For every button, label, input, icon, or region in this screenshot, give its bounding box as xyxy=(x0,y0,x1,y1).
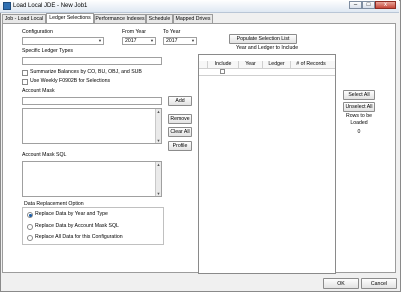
column-ledger[interactable]: Ledger xyxy=(263,61,291,68)
scroll-up-icon[interactable]: ▲ xyxy=(156,162,161,167)
rows-to-load-count: 0 xyxy=(357,129,361,135)
unselect-all-button[interactable]: Unselect All xyxy=(343,102,375,112)
remove-button[interactable]: Remove xyxy=(168,114,192,124)
radio-replace-by-year-label: Replace Data by Year and Type xyxy=(35,211,108,217)
selection-list-label: Year and Ledger to Include xyxy=(236,45,299,51)
window-title: Load Local JDE - New Job1 xyxy=(13,3,88,9)
grid-header-row: Include Year Ledger # of Records xyxy=(199,61,335,69)
column-record-count[interactable]: # of Records xyxy=(291,61,331,68)
ok-button[interactable]: OK xyxy=(323,278,359,289)
selection-grid[interactable]: Include Year Ledger # of Records xyxy=(198,54,336,274)
profile-button[interactable]: Profile xyxy=(168,141,192,151)
specific-ledger-input[interactable] xyxy=(22,57,162,65)
column-include[interactable]: Include xyxy=(208,61,239,68)
radio-replace-all-label: Replace All Data for this Configuration xyxy=(35,234,123,240)
scroll-down-icon[interactable]: ▼ xyxy=(156,191,161,196)
configuration-label: Configuration xyxy=(22,29,53,35)
scroll-down-icon[interactable]: ▼ xyxy=(156,138,161,143)
configuration-select[interactable]: ▼ xyxy=(22,37,104,45)
title-bar[interactable]: Load Local JDE - New Job1 – □ x xyxy=(0,0,399,13)
weekly-checkbox[interactable] xyxy=(22,79,28,85)
account-mask-sql-label: Account Mask SQL xyxy=(22,152,67,158)
column-year[interactable]: Year xyxy=(239,61,263,68)
weekly-label: Use Weekly F0902B for Selections xyxy=(30,78,111,84)
tab-schedule[interactable]: Schedule xyxy=(146,14,173,23)
maximize-button[interactable]: □ xyxy=(362,1,375,9)
chevron-down-icon: ▼ xyxy=(98,38,102,43)
sql-scrollbar[interactable]: ▲ ▼ xyxy=(155,162,161,196)
close-button[interactable]: x xyxy=(375,1,396,9)
from-year-label: From Year xyxy=(122,29,146,35)
account-mask-label: Account Mask xyxy=(22,88,55,94)
table-row[interactable] xyxy=(199,69,335,76)
add-button[interactable]: Add xyxy=(168,96,192,106)
specific-ledger-label: Specific Ledger Types xyxy=(22,48,73,54)
radio-replace-all[interactable] xyxy=(27,235,33,241)
summarize-label: Summarize Balances by CO, BU, OBJ, and S… xyxy=(30,69,142,75)
populate-selection-button[interactable]: Populate Selection List xyxy=(229,34,297,44)
app-icon xyxy=(3,2,11,10)
account-mask-list[interactable]: ▲ ▼ xyxy=(22,108,162,144)
account-mask-scrollbar[interactable]: ▲ ▼ xyxy=(155,109,161,143)
account-mask-sql-input[interactable]: ▲ ▼ xyxy=(22,161,162,197)
to-year-label: To Year xyxy=(163,29,181,35)
tab-performance-indexes[interactable]: Performance Indexes xyxy=(94,14,146,23)
scroll-up-icon[interactable]: ▲ xyxy=(156,109,161,114)
rows-to-load-label: Rows to be Loaded xyxy=(346,113,372,126)
to-year-select[interactable]: 2017 ▼ xyxy=(163,37,197,45)
include-checkbox[interactable] xyxy=(220,69,225,74)
tab-ledger-selections[interactable]: Ledger Selections xyxy=(46,13,94,23)
chevron-down-icon: ▼ xyxy=(150,38,154,43)
row-selector-header xyxy=(199,61,208,68)
cancel-button[interactable]: Cancel xyxy=(361,278,397,289)
tab-mapped-drives[interactable]: Mapped Drives xyxy=(173,14,213,23)
from-year-select[interactable]: 2017 ▼ xyxy=(122,37,156,45)
radio-replace-by-mask[interactable] xyxy=(27,224,33,230)
summarize-checkbox[interactable] xyxy=(22,70,28,76)
chevron-down-icon: ▼ xyxy=(191,38,195,43)
account-mask-input[interactable] xyxy=(22,97,162,105)
radio-replace-by-year[interactable] xyxy=(27,212,33,218)
tab-job-load-local[interactable]: Job - Load Local xyxy=(2,14,46,23)
minimize-button[interactable]: – xyxy=(349,1,362,9)
clear-all-button[interactable]: Clear All xyxy=(168,127,192,137)
radio-replace-by-mask-label: Replace Data by Account Mask SQL xyxy=(35,223,119,229)
select-all-button[interactable]: Select All xyxy=(343,90,375,100)
